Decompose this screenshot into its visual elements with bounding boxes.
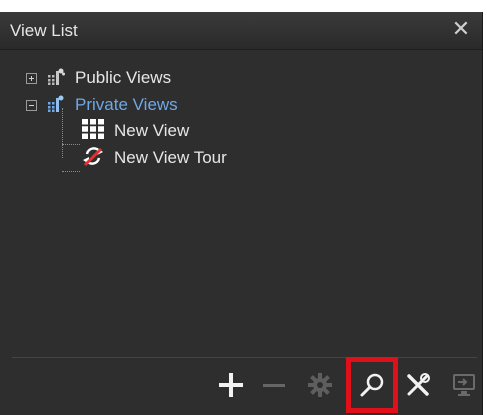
tree-item-new-view[interactable]: New View — [82, 118, 190, 144]
tree-item-label: Private Views — [75, 95, 178, 114]
tree-item-label: Public Views — [75, 68, 172, 87]
close-button[interactable]: ✕ — [450, 17, 472, 41]
collapse-icon[interactable] — [26, 99, 37, 111]
expand-icon[interactable] — [26, 72, 37, 84]
view-list-panel: View List ✕ Public Views Private Views N… — [0, 12, 483, 415]
remove-view-button[interactable] — [258, 369, 290, 401]
grid-view-icon — [82, 118, 104, 144]
tree-item-label: New View Tour — [114, 148, 227, 167]
tree-connector — [62, 108, 63, 158]
tree-connector — [62, 144, 80, 145]
view-tree: Public Views Private Views New View New … — [0, 49, 482, 349]
monitor-icon — [453, 374, 475, 396]
tree-item-public-views[interactable]: Public Views — [26, 66, 171, 90]
panel-titlebar: View List ✕ — [0, 12, 482, 50]
minus-icon — [263, 384, 285, 387]
tree-item-label: New View — [114, 121, 190, 140]
panel-title: View List — [10, 21, 78, 40]
gear-icon — [308, 373, 332, 397]
tools-button[interactable] — [402, 369, 434, 401]
view-tour-icon — [82, 145, 104, 172]
add-view-button[interactable] — [215, 369, 247, 401]
toolbar-divider — [12, 357, 477, 358]
close-icon: ✕ — [451, 16, 471, 41]
send-to-monitor-button[interactable] — [448, 369, 480, 401]
tree-connector — [62, 171, 80, 172]
tools-icon — [407, 373, 430, 396]
top-strip — [0, 0, 487, 12]
tree-item-new-view-tour[interactable]: New View Tour — [82, 146, 227, 170]
plus-icon — [219, 373, 243, 397]
public-views-icon — [47, 67, 65, 90]
search-highlight-box — [346, 357, 398, 413]
settings-button[interactable] — [304, 369, 336, 401]
tree-item-private-views[interactable]: Private Views — [26, 93, 178, 117]
